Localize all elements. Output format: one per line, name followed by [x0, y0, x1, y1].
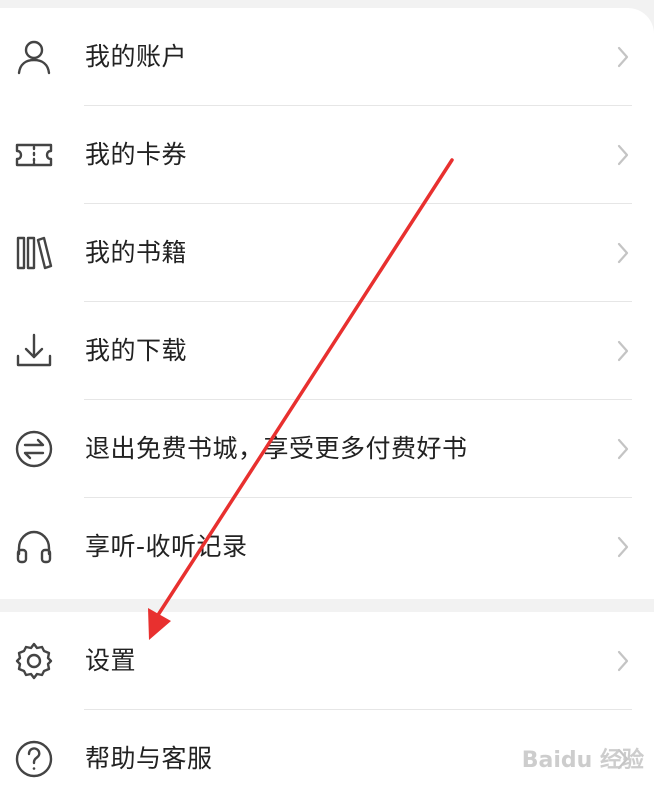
menu-item-label: 享听-收听记录: [85, 532, 248, 561]
chevron-right-icon: [616, 45, 630, 69]
menu-item-books[interactable]: 我的书籍: [0, 204, 654, 302]
download-icon: [14, 331, 54, 371]
menu-item-exit-free-mode[interactable]: 退出免费书城，享受更多付费好书: [0, 400, 654, 498]
watermark: Baidu 经验: [521, 748, 644, 773]
menu-item-label: 退出免费书城，享受更多付费好书: [85, 434, 468, 463]
menu-item-listening-history[interactable]: 享听-收听记录: [0, 498, 654, 596]
chevron-right-icon: [616, 339, 630, 363]
headphones-icon: [14, 527, 54, 567]
menu-item-label: 我的卡券: [85, 140, 188, 169]
help-icon: [14, 739, 54, 779]
menu-item-coupons[interactable]: 我的卡券: [0, 106, 654, 204]
menu-item-account[interactable]: 我的账户: [0, 8, 654, 106]
books-icon: [14, 233, 54, 273]
user-icon: [14, 37, 54, 77]
gear-icon: [14, 641, 54, 681]
chevron-right-icon: [616, 649, 630, 673]
chevron-right-icon: [616, 437, 630, 461]
menu-item-label: 我的书籍: [85, 238, 188, 267]
chevron-right-icon: [616, 535, 630, 559]
menu-item-downloads[interactable]: 我的下载: [0, 302, 654, 400]
menu-item-label: 我的下载: [85, 336, 188, 365]
menu-item-settings[interactable]: 设置: [0, 612, 654, 710]
ticket-icon: [14, 135, 54, 175]
menu-item-label: 设置: [85, 646, 137, 675]
menu-card-secondary: 设置 帮助与客服: [0, 612, 654, 810]
menu-item-label: 我的账户: [85, 42, 188, 71]
chevron-right-icon: [616, 241, 630, 265]
exchange-icon: [14, 429, 54, 469]
chevron-right-icon: [616, 143, 630, 167]
menu-item-label: 帮助与客服: [85, 744, 213, 773]
menu-card-primary: 我的账户 我的卡券 我的书籍 我的下载 退出免费书城，享受更多付费好书 享听-收…: [0, 8, 654, 599]
profile-menu-page: 我的账户 我的卡券 我的书籍 我的下载 退出免费书城，享受更多付费好书 享听-收…: [0, 0, 654, 810]
